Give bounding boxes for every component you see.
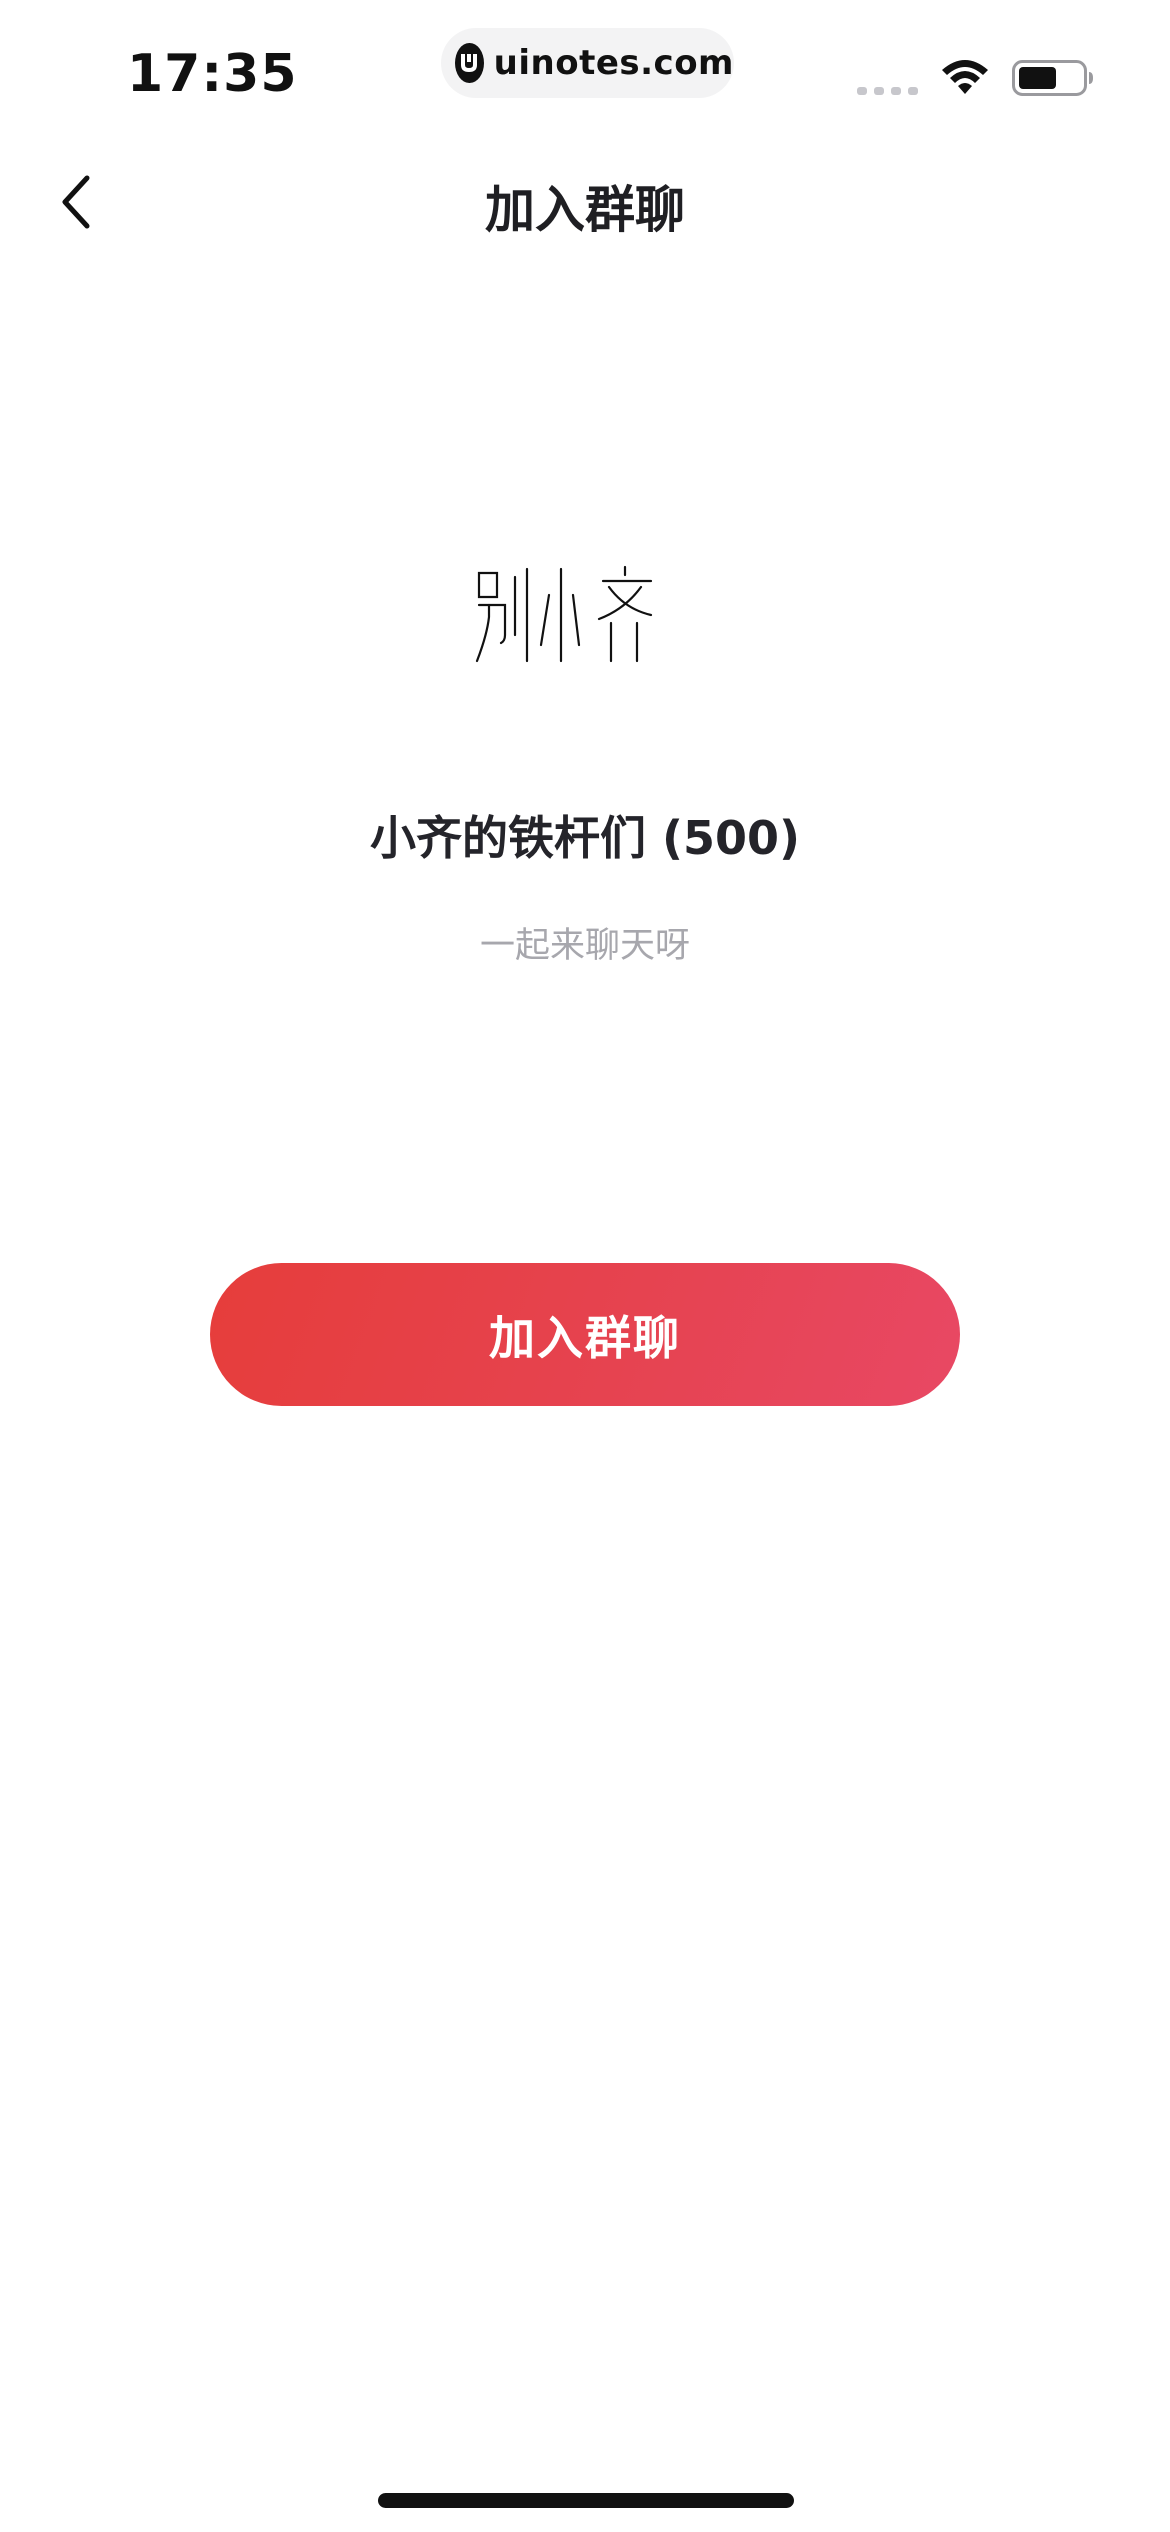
- wifi-icon: [942, 60, 988, 94]
- status-bar: 17:35 uinotes.com: [0, 0, 1170, 150]
- url-text: uinotes.com: [493, 43, 734, 83]
- page-title: 加入群聊: [485, 181, 685, 239]
- status-time: 17:35: [127, 44, 298, 104]
- home-indicator[interactable]: [378, 2493, 794, 2508]
- join-group-button[interactable]: 加入群聊: [210, 1263, 960, 1406]
- signal-dots-icon: [857, 87, 918, 95]
- group-subtitle: 一起来聊天呀: [479, 926, 690, 966]
- url-pill[interactable]: uinotes.com: [441, 28, 734, 98]
- group-avatar: [475, 565, 653, 663]
- nav-bar: 加入群聊: [0, 150, 1170, 260]
- group-name: 小齐的铁杆们 (500): [369, 811, 801, 865]
- uinotes-logo-icon: [455, 43, 484, 83]
- battery-icon: [1012, 60, 1093, 96]
